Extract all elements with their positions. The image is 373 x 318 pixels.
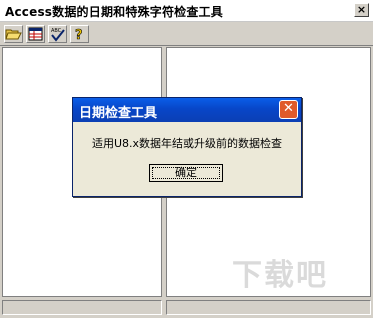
open-folder-icon xyxy=(5,29,22,40)
dialog-message: 适用U8.x数据年结或升级前的数据检查 xyxy=(91,137,283,150)
open-folder-button[interactable] xyxy=(4,25,23,43)
status-panel-right xyxy=(166,300,371,315)
window-title: Access数据的日期和特殊字符检查工具 xyxy=(5,5,223,19)
dialog-title: 日期检查工具 xyxy=(79,106,158,121)
window-close-button[interactable]: × xyxy=(354,3,369,17)
title-bar: Access数据的日期和特殊字符检查工具 × xyxy=(0,0,373,22)
info-dialog: 日期检查工具 ✕ 适用U8.x数据年结或升级前的数据检查 确定 xyxy=(72,97,302,197)
help-button[interactable]: ? xyxy=(70,25,89,43)
help-icon: ? xyxy=(75,28,83,44)
svg-text:ABC: ABC xyxy=(51,28,62,34)
dialog-close-button[interactable]: ✕ xyxy=(279,100,298,119)
ok-button[interactable]: 确定 xyxy=(149,164,223,182)
toolbar: ABC ? xyxy=(0,23,373,46)
app-window: Access数据的日期和特殊字符检查工具 × ABC ? 下载吧 日期检查工具 … xyxy=(0,0,373,318)
watermark: 下载吧 xyxy=(232,258,328,293)
grid-button[interactable] xyxy=(26,25,45,43)
spell-check-button[interactable]: ABC xyxy=(48,25,67,43)
dialog-title-bar: 日期检查工具 ✕ xyxy=(73,98,301,122)
spell-check-icon: ABC xyxy=(51,28,65,42)
status-panel-left xyxy=(2,300,162,315)
ok-button-label: 确定 xyxy=(175,166,197,179)
svg-text:?: ? xyxy=(75,28,83,42)
grid-icon xyxy=(28,27,43,41)
